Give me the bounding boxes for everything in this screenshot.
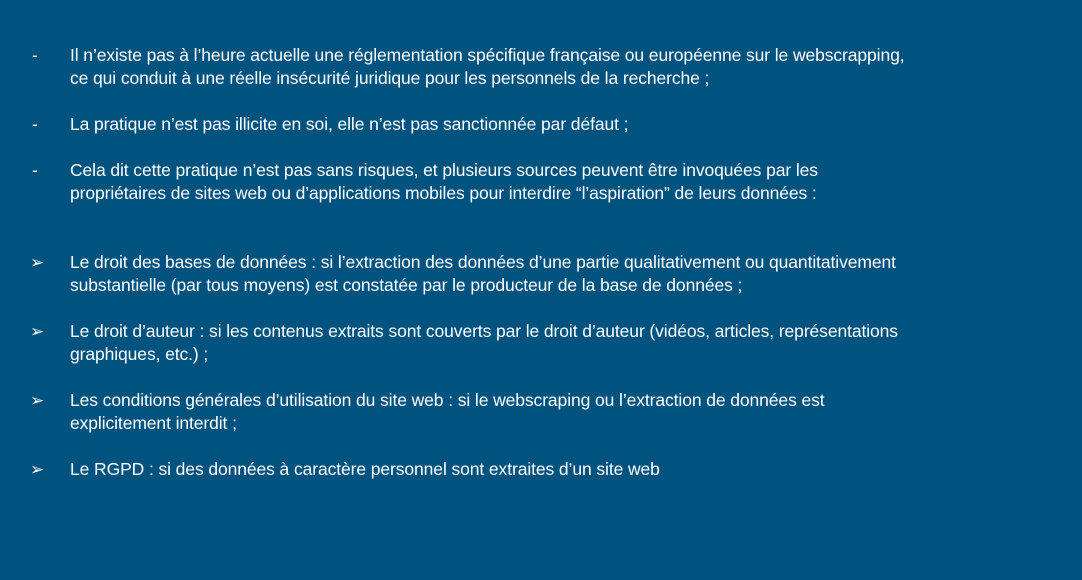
text-line: Le droit des bases de données : si l’ext… bbox=[70, 252, 896, 272]
arrow-bullet-icon: ➢ bbox=[30, 391, 45, 410]
slide: - Il n’existe pas à l’heure actuelle une… bbox=[0, 0, 1082, 580]
bullet-text: La pratique n’est pas illicite en soi, e… bbox=[70, 113, 1020, 136]
arrow-bullet-icon: ➢ bbox=[30, 322, 45, 341]
arrow-bullet-icon: ➢ bbox=[30, 460, 45, 479]
text-line: substantielle (par tous moyens) est cons… bbox=[70, 275, 743, 295]
dash-bullet-icon: - bbox=[32, 114, 38, 134]
arrow-text: Le droit d’auteur : si les contenus extr… bbox=[70, 320, 1020, 366]
dash-bullet-icon: - bbox=[32, 160, 38, 180]
text-line: Le droit d’auteur : si les contenus extr… bbox=[70, 321, 898, 341]
text-line: explicitement interdit ; bbox=[70, 413, 237, 433]
arrow-text: Le droit des bases de données : si l’ext… bbox=[70, 251, 1020, 297]
text-line: Cela dit cette pratique n’est pas sans r… bbox=[70, 160, 818, 180]
bullet-text: Il n’existe pas à l’heure actuelle une r… bbox=[70, 44, 1020, 90]
text-line: graphiques, etc.) ; bbox=[70, 344, 209, 364]
text-line: Le RGPD : si des données à caractère per… bbox=[70, 459, 660, 479]
text-line: ce qui conduit à une réelle insécurité j… bbox=[70, 68, 710, 88]
text-line: propriétaires de sites web ou d’applicat… bbox=[70, 183, 817, 203]
bullet-text: Cela dit cette pratique n’est pas sans r… bbox=[70, 159, 1020, 205]
arrow-text: Le RGPD : si des données à caractère per… bbox=[70, 458, 1020, 481]
dash-bullet-icon: - bbox=[32, 45, 38, 65]
text-line: Les conditions générales d’utilisation d… bbox=[70, 390, 825, 410]
arrow-bullet-icon: ➢ bbox=[30, 253, 45, 272]
arrow-text: Les conditions générales d’utilisation d… bbox=[70, 389, 1020, 435]
text-line: La pratique n’est pas illicite en soi, e… bbox=[70, 114, 629, 134]
text-line: Il n’existe pas à l’heure actuelle une r… bbox=[70, 45, 905, 65]
